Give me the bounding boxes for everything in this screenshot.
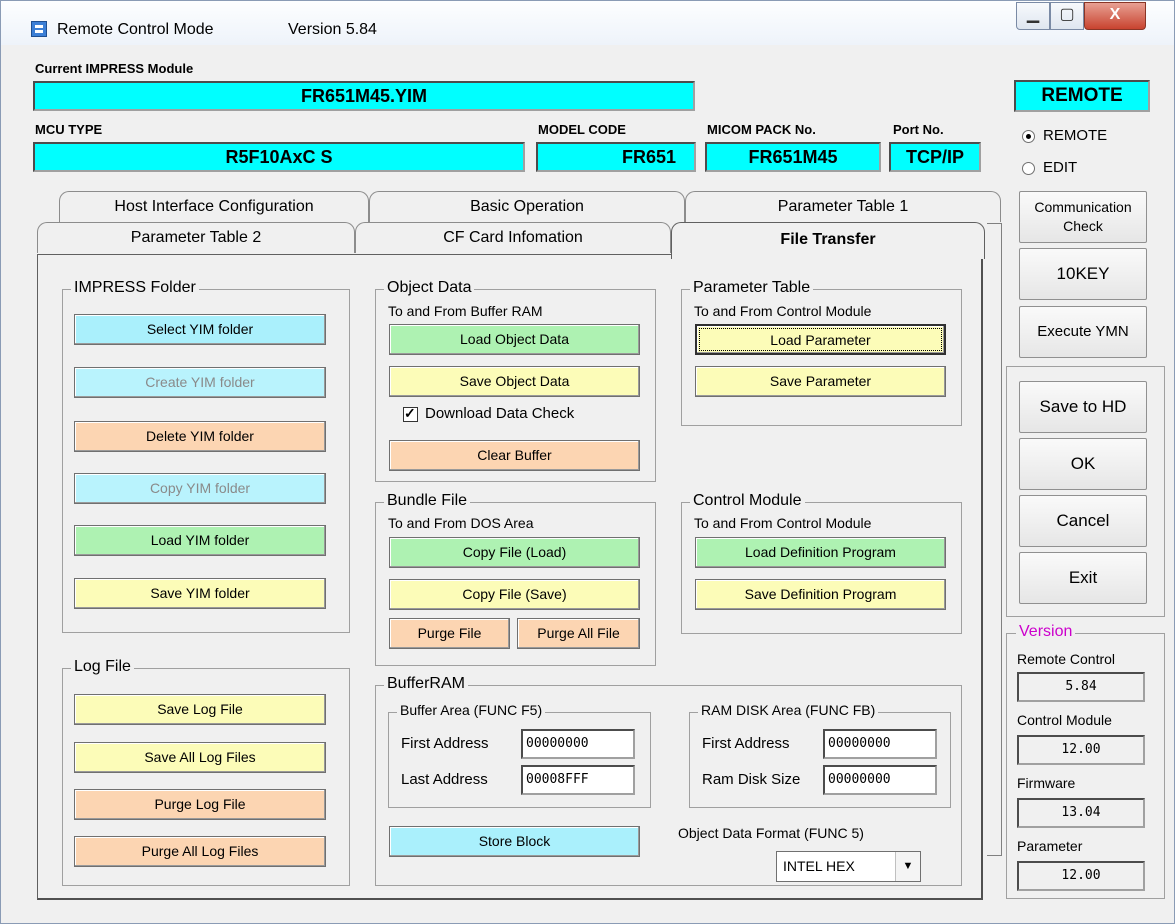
- exit-button[interactable]: Exit: [1019, 552, 1147, 604]
- object-data-format-value: INTEL HEX: [783, 858, 855, 874]
- ram-disk-area-title: RAM DISK Area (FUNC FB): [698, 702, 879, 718]
- select-yim-folder-button[interactable]: Select YIM folder: [74, 314, 326, 345]
- mcu-type-label: MCU TYPE: [35, 122, 103, 137]
- create-yim-folder-button[interactable]: Create YIM folder: [74, 367, 326, 398]
- save-definition-program-button[interactable]: Save Definition Program: [695, 579, 946, 610]
- tab-basic-operation[interactable]: Basic Operation: [369, 191, 685, 222]
- remote-status-badge: REMOTE: [1014, 80, 1150, 112]
- tab-parameter-table-1[interactable]: Parameter Table 1: [685, 191, 1001, 222]
- load-yim-folder-button[interactable]: Load YIM folder: [74, 525, 326, 556]
- log-file-title: Log File: [71, 658, 134, 676]
- radio-unselected-icon: [1022, 161, 1035, 175]
- remote-control-version-value: 5.84: [1017, 672, 1145, 702]
- purge-file-button[interactable]: Purge File: [389, 618, 510, 649]
- buffer-area-title: Buffer Area (FUNC F5): [397, 702, 546, 718]
- model-code-label: MODEL CODE: [538, 122, 626, 137]
- download-data-check-checkbox[interactable]: Download Data Check: [403, 405, 574, 422]
- micom-pack-label: MICOM PACK No.: [707, 122, 816, 137]
- parameter-table-subtitle: To and From Control Module: [694, 303, 872, 319]
- model-code-value: FR651: [536, 142, 696, 172]
- chevron-down-icon[interactable]: ▼: [895, 852, 920, 881]
- object-data-format-select[interactable]: INTEL HEX ▼: [776, 851, 921, 882]
- ram-disk-size-label: Ram Disk Size: [702, 771, 801, 788]
- last-address-field[interactable]: 00008FFF: [521, 765, 635, 795]
- maximize-button[interactable]: ▢: [1050, 2, 1084, 30]
- bundle-file-title: Bundle File: [384, 492, 471, 510]
- control-module-version-value: 12.00: [1017, 735, 1145, 765]
- load-object-data-button[interactable]: Load Object Data: [389, 324, 640, 355]
- tab-file-transfer[interactable]: File Transfer: [671, 222, 985, 259]
- close-button[interactable]: X: [1084, 2, 1146, 30]
- tab-host-interface-configuration[interactable]: Host Interface Configuration: [59, 191, 369, 222]
- object-data-title: Object Data: [384, 279, 475, 297]
- window-version: Version 5.84: [288, 21, 377, 38]
- clear-buffer-button[interactable]: Clear Buffer: [389, 440, 640, 471]
- remote-control-version-label: Remote Control: [1017, 651, 1116, 667]
- copy-file-load-button[interactable]: Copy File (Load): [389, 537, 640, 568]
- save-parameter-button[interactable]: Save Parameter: [695, 366, 946, 397]
- load-parameter-button[interactable]: Load Parameter: [695, 324, 946, 355]
- ram-first-address-label: First Address: [702, 735, 790, 752]
- minimize-button[interactable]: ▁: [1016, 2, 1050, 30]
- title-bar[interactable]: Remote Control Mode Version 5.84 ▁ ▢ X: [1, 1, 1174, 45]
- tab-cf-card-infomation[interactable]: CF Card Infomation: [355, 222, 671, 253]
- tenkey-button[interactable]: 10KEY: [1019, 248, 1147, 300]
- cancel-button[interactable]: Cancel: [1019, 495, 1147, 547]
- last-address-label: Last Address: [401, 771, 488, 788]
- port-no-value: TCP/IP: [889, 142, 981, 172]
- copy-file-save-button[interactable]: Copy File (Save): [389, 579, 640, 610]
- delete-yim-folder-button[interactable]: Delete YIM folder: [74, 421, 326, 452]
- current-module-label: Current IMPRESS Module: [35, 61, 194, 76]
- object-data-subtitle: To and From Buffer RAM: [388, 303, 543, 319]
- port-no-label: Port No.: [893, 122, 944, 137]
- ram-disk-size-field[interactable]: 00000000: [823, 765, 937, 795]
- window-title: Remote Control Mode: [57, 21, 214, 38]
- execute-ymn-button[interactable]: Execute YMN: [1019, 306, 1147, 358]
- purge-all-log-files-button[interactable]: Purge All Log Files: [74, 836, 326, 867]
- remote-radio-label: REMOTE: [1043, 127, 1108, 144]
- parameter-version-value: 12.00: [1017, 861, 1145, 891]
- micom-pack-value: FR651M45: [705, 142, 881, 172]
- tab-stack-edge: [987, 223, 1002, 856]
- save-to-hd-button[interactable]: Save to HD: [1019, 381, 1147, 433]
- checkbox-checked-icon: [403, 405, 418, 422]
- tab-parameter-table-2[interactable]: Parameter Table 2: [37, 222, 355, 253]
- version-panel-title: Version: [1016, 623, 1076, 641]
- edit-radio[interactable]: EDIT: [1022, 159, 1077, 176]
- impress-folder-title: IMPRESS Folder: [71, 279, 199, 297]
- app-calculator-icon: [31, 21, 47, 37]
- save-all-log-files-button[interactable]: Save All Log Files: [74, 742, 326, 773]
- control-module-version-label: Control Module: [1017, 712, 1112, 728]
- edit-radio-label: EDIT: [1043, 159, 1078, 176]
- copy-yim-folder-button[interactable]: Copy YIM folder: [74, 473, 326, 504]
- ram-first-address-field[interactable]: 00000000: [823, 729, 937, 759]
- save-object-data-button[interactable]: Save Object Data: [389, 366, 640, 397]
- first-address-field[interactable]: 00000000: [521, 729, 635, 759]
- download-data-check-label: Download Data Check: [425, 405, 575, 422]
- communication-check-button[interactable]: Communication Check: [1019, 191, 1147, 243]
- save-yim-folder-button[interactable]: Save YIM folder: [74, 578, 326, 609]
- bundle-file-subtitle: To and From DOS Area: [388, 515, 534, 531]
- ok-button[interactable]: OK: [1019, 438, 1147, 490]
- store-block-button[interactable]: Store Block: [389, 826, 640, 857]
- parameter-version-label: Parameter: [1017, 838, 1083, 854]
- current-module-value: FR651M45.YIM: [33, 81, 695, 111]
- purge-all-file-button[interactable]: Purge All File: [517, 618, 640, 649]
- mcu-type-value: R5F10AxC S: [33, 142, 525, 172]
- object-data-format-label: Object Data Format (FUNC 5): [678, 825, 864, 841]
- buffer-ram-title: BufferRAM: [384, 675, 468, 693]
- control-module-subtitle: To and From Control Module: [694, 515, 872, 531]
- load-definition-program-button[interactable]: Load Definition Program: [695, 537, 946, 568]
- main-window: Remote Control Mode Version 5.84 ▁ ▢ X C…: [0, 0, 1175, 924]
- radio-selected-icon: [1022, 129, 1035, 143]
- purge-log-file-button[interactable]: Purge Log File: [74, 789, 326, 820]
- control-module-title: Control Module: [690, 492, 805, 510]
- parameter-table-title: Parameter Table: [690, 279, 814, 297]
- save-log-file-button[interactable]: Save Log File: [74, 694, 326, 725]
- firmware-version-value: 13.04: [1017, 798, 1145, 828]
- first-address-label: First Address: [401, 735, 489, 752]
- remote-radio[interactable]: REMOTE: [1022, 127, 1107, 144]
- firmware-version-label: Firmware: [1017, 775, 1076, 791]
